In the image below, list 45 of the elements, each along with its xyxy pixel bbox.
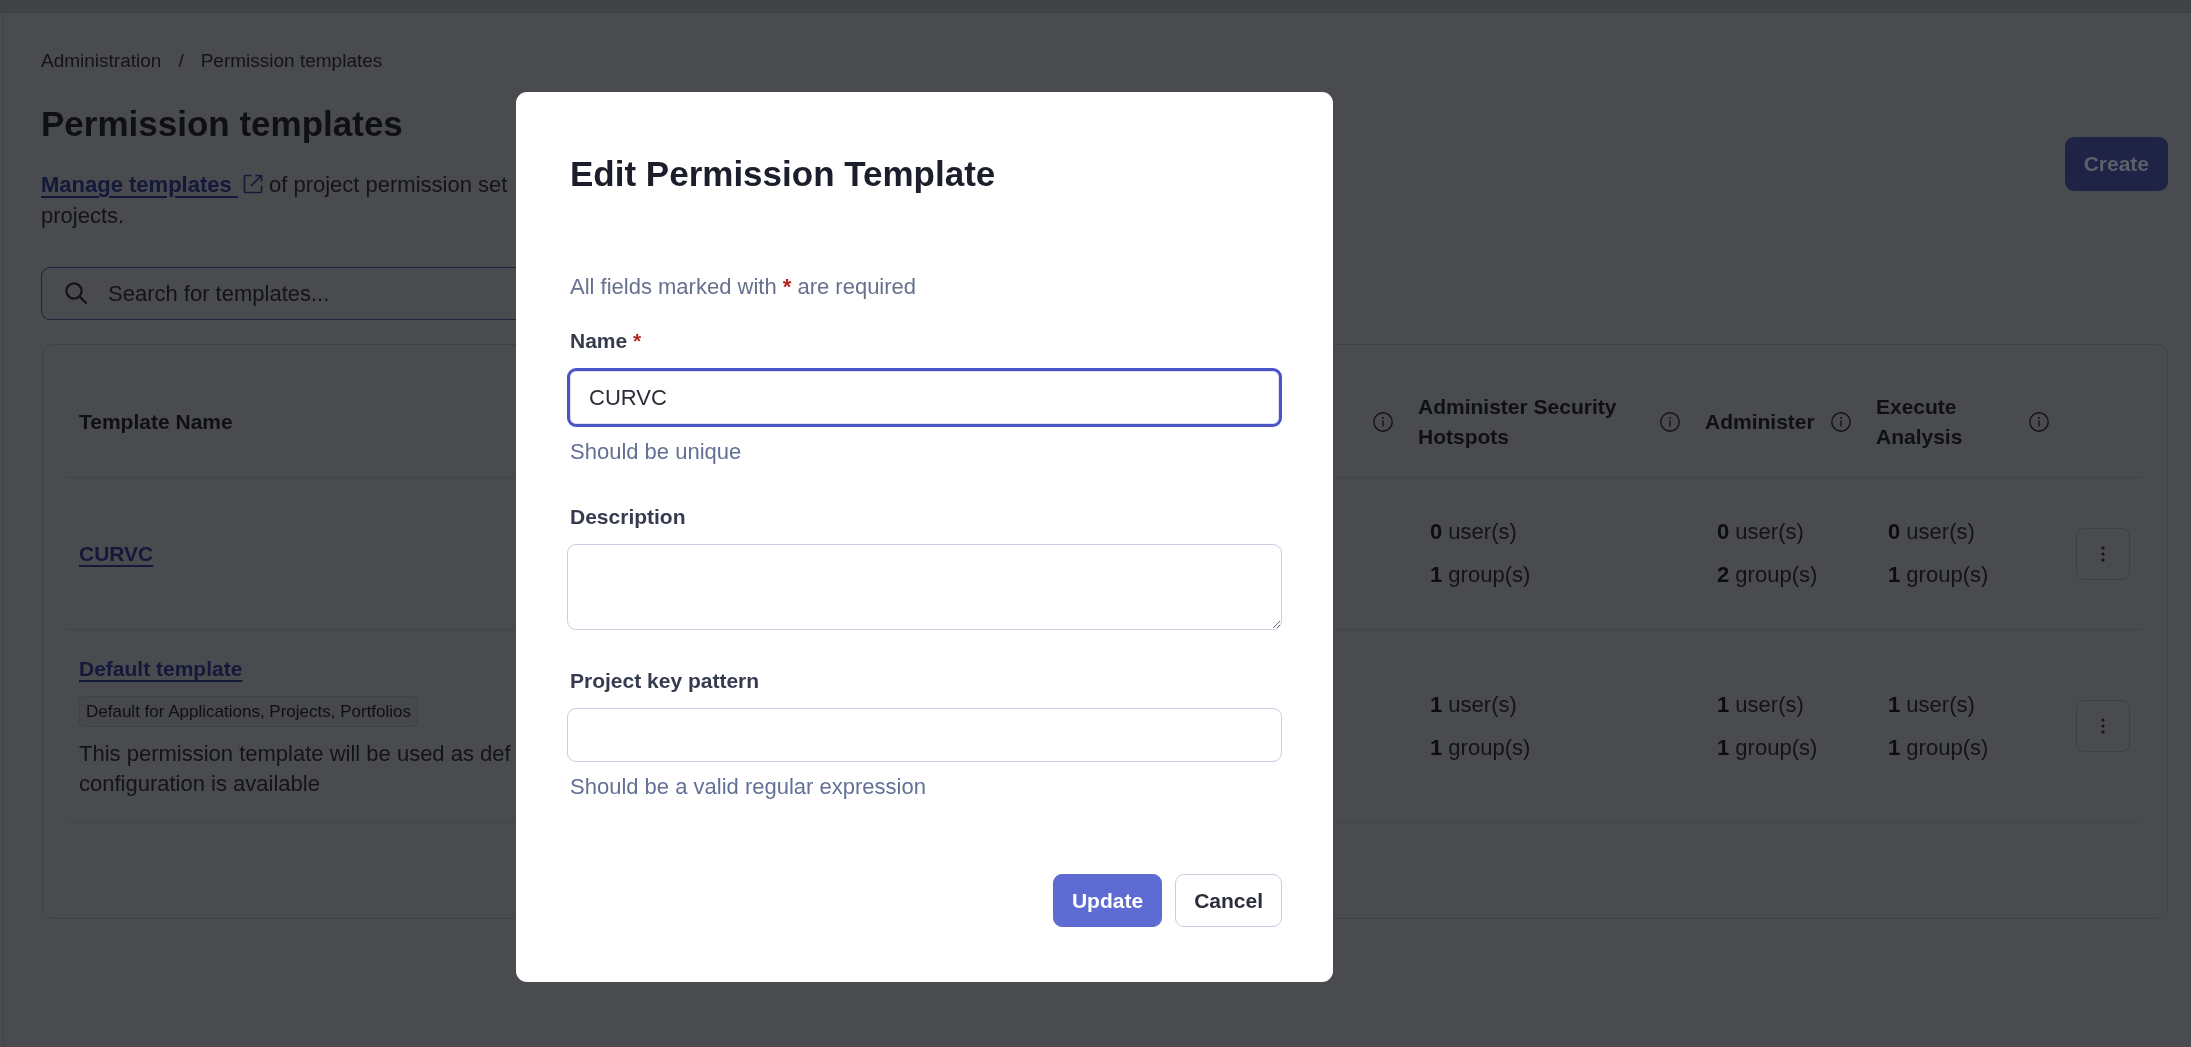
breadcrumb-link[interactable]: Administration: [41, 49, 162, 73]
user-count: 0 user(s): [1888, 518, 1975, 546]
external-link-icon: [242, 174, 263, 194]
search-field[interactable]: Search for templates...: [41, 267, 516, 320]
user-count: 0 user(s): [1430, 518, 1517, 546]
info-icon: [1373, 412, 1393, 432]
breadcrumb-separator: /: [178, 49, 184, 73]
page-title: Permission templates: [41, 103, 403, 145]
column-header: Template Name: [79, 409, 233, 435]
user-count: 1 user(s): [1888, 690, 1975, 719]
column-header: Administer Security Hotspots: [1418, 394, 1618, 450]
group-count: 2 group(s): [1717, 561, 1818, 589]
group-count: 1 group(s): [1430, 733, 1531, 762]
user-count: 0 user(s): [1717, 518, 1804, 546]
field-label: Project key pattern: [570, 668, 760, 694]
default-tag: Default for Applications, Projects, Portfolios: [79, 696, 419, 727]
text-input[interactable]: CURVC: [567, 368, 1282, 427]
search-icon: [65, 282, 87, 304]
field-hint: Should be unique: [570, 438, 742, 466]
info-icon: [1831, 412, 1851, 432]
create-button[interactable]: Create: [2064, 137, 2168, 191]
group-count: 1 group(s): [1717, 733, 1818, 762]
user-count: 1 user(s): [1717, 690, 1804, 719]
dialog-title: Edit Permission Template: [570, 153, 996, 195]
field-label: Description: [570, 504, 686, 530]
group-count: 1 group(s): [1430, 561, 1531, 589]
breadcrumb-current: Permission templates: [200, 49, 383, 73]
info-icon: [2029, 412, 2049, 432]
field-hint: Should be a valid regular expression: [570, 773, 926, 801]
more-actions-button[interactable]: [2076, 527, 2130, 580]
textarea-field[interactable]: [567, 544, 1282, 630]
column-header: Administer: [1705, 409, 1815, 435]
update-button[interactable]: Update: [1052, 874, 1163, 927]
field-label: Name *: [570, 328, 642, 354]
vertical-dots-icon: [2101, 545, 2105, 562]
required-note: All fields marked with * are required: [570, 273, 917, 301]
vertical-dots-icon: [2101, 718, 2105, 734]
cancel-button[interactable]: Cancel: [1175, 874, 1282, 927]
group-count: 1 group(s): [1888, 561, 1989, 589]
more-actions-button[interactable]: [2076, 700, 2130, 752]
group-count: 1 group(s): [1888, 733, 1989, 762]
info-icon: [1660, 412, 1680, 432]
text-input[interactable]: [567, 708, 1282, 762]
user-count: 1 user(s): [1430, 690, 1517, 719]
column-header: Execute Analysis: [1876, 394, 1964, 450]
